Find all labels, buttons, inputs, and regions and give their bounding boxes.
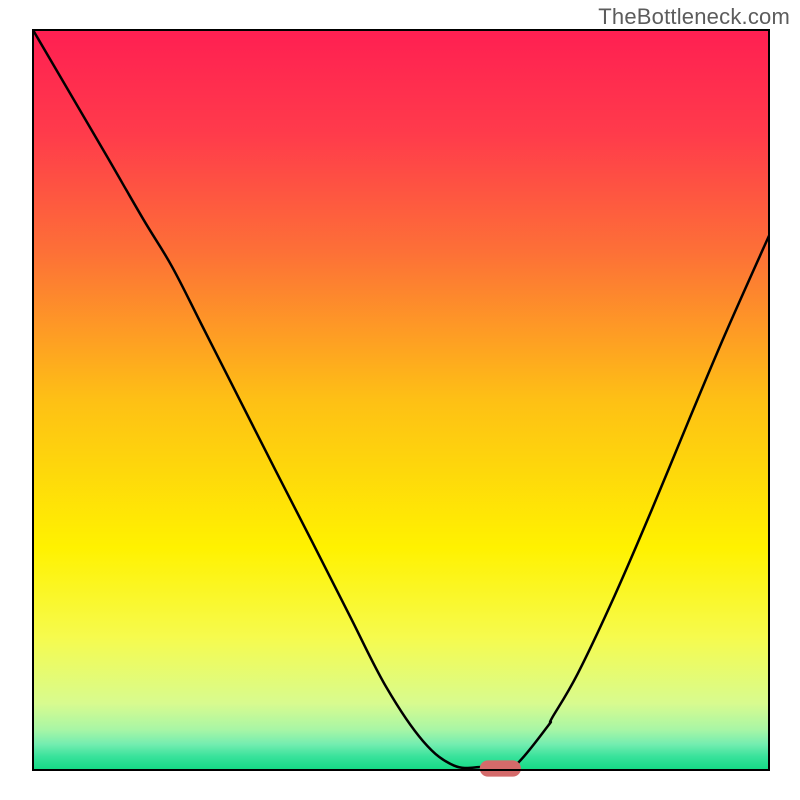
bottleneck-chart — [0, 0, 800, 800]
plot-background — [33, 30, 769, 770]
chart-container: TheBottleneck.com — [0, 0, 800, 800]
optimal-marker — [480, 760, 521, 776]
attribution-label: TheBottleneck.com — [598, 4, 790, 30]
